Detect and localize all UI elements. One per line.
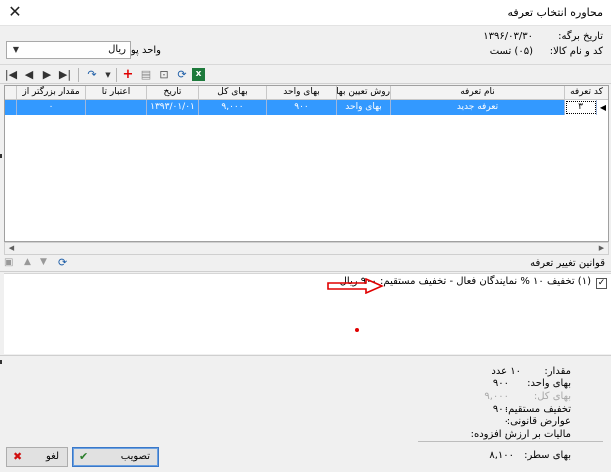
table-cell[interactable]: [86, 100, 147, 115]
column-header[interactable]: مقدار بزرگتر از: [17, 86, 86, 100]
unit-price-label: بهای واحد:: [527, 378, 571, 389]
tariff-grid: کد تعرفه نام تعرفه روش تعیین بها بهای وا…: [4, 85, 609, 242]
column-header[interactable]: بهای واحد: [267, 86, 337, 100]
edge-marker: [0, 154, 2, 158]
cross-icon: ✖: [13, 450, 23, 463]
scroll-right-icon[interactable]: ▶: [595, 243, 608, 254]
total-price-value: ۹,۰۰۰: [484, 391, 509, 402]
next-icon[interactable]: ▶: [39, 67, 55, 83]
column-header[interactable]: کد تعرفه: [565, 86, 608, 100]
scroll-left-icon[interactable]: ◀: [5, 243, 18, 254]
toolbar-separator: [78, 68, 79, 82]
reply-icon[interactable]: ↷: [84, 67, 100, 83]
table-cell[interactable]: ۹,۰۰۰: [199, 100, 267, 115]
chevron-down-icon[interactable]: ▼: [9, 43, 23, 57]
item-label: کد و نام کالا:: [549, 46, 603, 57]
approve-button[interactable]: ✔ تصویب: [72, 447, 159, 467]
approve-label: تصویب: [120, 451, 150, 462]
check-icon: ✔: [79, 450, 89, 463]
total-price-label: بهای کل:: [533, 391, 571, 402]
column-header[interactable]: تاریخ: [147, 86, 199, 100]
vat-label: مالیات بر ارزش افزوده:: [470, 429, 571, 440]
last-icon[interactable]: ▶|: [57, 67, 73, 83]
close-icon[interactable]: ✕: [6, 3, 24, 21]
column-header: [5, 86, 17, 100]
cancel-button[interactable]: ✖ لغو: [6, 447, 68, 467]
table-cell[interactable]: ۱۳۹۳/۰۱/۰۱: [147, 100, 199, 115]
discount-value: ۹۰۰: [492, 404, 509, 415]
quantity-value: ۱۰ عدد: [491, 366, 521, 377]
edge-marker: [0, 360, 2, 364]
discount-label: تخفیف مستقیم:: [504, 404, 571, 415]
title-bar: ✕ محاوره انتخاب تعرفه: [0, 0, 611, 26]
rules-title: قوانین تغییر تعرفه: [530, 258, 605, 269]
column-header[interactable]: بهای کل: [199, 86, 267, 100]
table-cell[interactable]: بهای واحد: [337, 100, 391, 115]
currency-value: ریال: [108, 44, 126, 55]
line-price-label: بهای سطر:: [524, 450, 571, 461]
rules-list: ✓ (۱) تخفیف ۱۰ % نمایندگان فعال - تخفیف …: [4, 273, 611, 354]
move-up-icon[interactable]: ▲: [24, 257, 31, 267]
excel-icon[interactable]: x: [192, 68, 205, 81]
currency-select[interactable]: ریال ▼: [6, 41, 131, 59]
item-value: (۰۵) تست: [489, 46, 533, 57]
refresh-icon[interactable]: ⟳: [58, 256, 67, 269]
table-cell[interactable]: ۹۰۰: [267, 100, 337, 115]
sheet-date-label: تاریخ برگه:: [558, 31, 603, 42]
summary-divider: [418, 441, 603, 442]
add-icon[interactable]: +: [120, 67, 136, 83]
refresh-icon[interactable]: ⟳: [174, 67, 190, 83]
dropdown-icon[interactable]: ▼: [100, 67, 116, 83]
quantity-label: مقدار:: [544, 366, 571, 377]
toolbar-separator: [116, 68, 117, 82]
arrow-right-icon: [327, 278, 384, 294]
horizontal-scrollbar[interactable]: ◀ ▶: [4, 242, 609, 255]
vat-value: ۰: [503, 429, 509, 440]
rules-header: ▣ ▲ ▼ ⟳ قوانین تغییر تعرفه: [0, 256, 611, 272]
window-title: محاوره انتخاب تعرفه: [507, 6, 603, 19]
move-down-icon[interactable]: ▼: [40, 257, 47, 267]
marker-dot: [355, 328, 359, 332]
unit-price-value: ۹۰۰: [492, 378, 509, 389]
first-icon[interactable]: |◀: [3, 67, 19, 83]
rules-edit-icon[interactable]: ▣: [4, 257, 13, 268]
legal-fees-value: ۰: [503, 416, 509, 427]
table-cell: [5, 100, 17, 115]
column-header[interactable]: نام تعرفه: [391, 86, 565, 100]
table-cell[interactable]: ۳: [565, 100, 597, 115]
grid-toolbar: |◀ ◀ ▶ ▶| ↷ ▼ + ▤ ⊡ ⟳ x: [0, 64, 611, 84]
line-price-value: ۸,۱۰۰: [489, 450, 514, 461]
edit-icon[interactable]: ▤: [138, 67, 154, 83]
table-cell[interactable]: تعرفه جدید: [391, 100, 565, 115]
cancel-label: لغو: [45, 451, 59, 462]
prev-icon[interactable]: ◀: [21, 67, 37, 83]
table-cell[interactable]: ۰: [17, 100, 86, 115]
row-indicator-icon: ◀: [597, 100, 608, 115]
sheet-date-value: ۱۳۹۶/۰۳/۳۰: [483, 31, 533, 42]
divider: [0, 355, 611, 356]
legal-fees-label: عوارض قانونی:: [506, 416, 571, 427]
rule-checkbox[interactable]: ✓: [596, 278, 607, 289]
column-header[interactable]: روش تعیین بها: [337, 86, 391, 100]
column-header[interactable]: اعتبار تا: [86, 86, 147, 100]
view-icon[interactable]: ⊡: [156, 67, 172, 83]
